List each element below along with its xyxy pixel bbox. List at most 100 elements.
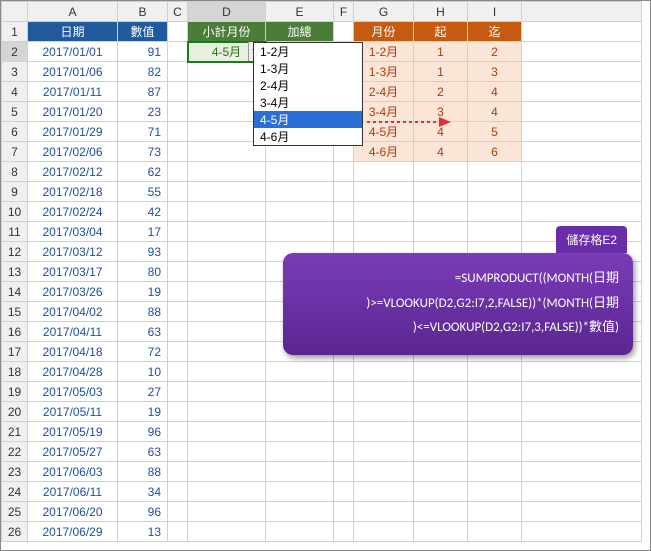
dropdown-option[interactable]: 2-4月	[254, 77, 362, 94]
cell[interactable]	[168, 22, 188, 42]
row-header[interactable]: 24	[2, 482, 28, 502]
cell[interactable]	[266, 402, 334, 422]
cell-value[interactable]: 42	[118, 202, 168, 222]
cell[interactable]	[522, 42, 642, 62]
cell[interactable]	[414, 202, 468, 222]
cell-end[interactable]: 3	[468, 62, 522, 82]
col-header-G[interactable]: G	[354, 2, 414, 22]
cell[interactable]	[188, 222, 266, 242]
cell[interactable]	[468, 422, 522, 442]
cell[interactable]	[414, 182, 468, 202]
cell-date[interactable]: 2017/01/01	[28, 42, 118, 62]
cell-date[interactable]: 2017/02/18	[28, 182, 118, 202]
cell[interactable]	[168, 282, 188, 302]
cell[interactable]	[414, 422, 468, 442]
cell[interactable]	[168, 402, 188, 422]
cell[interactable]	[168, 102, 188, 122]
cell[interactable]	[354, 202, 414, 222]
cell[interactable]	[188, 482, 266, 502]
cell[interactable]	[266, 362, 334, 382]
cell[interactable]	[168, 382, 188, 402]
cell-start[interactable]: 4	[414, 142, 468, 162]
cell-date[interactable]: 2017/05/11	[28, 402, 118, 422]
cell-value[interactable]: 87	[118, 82, 168, 102]
cell[interactable]	[188, 182, 266, 202]
cell[interactable]	[354, 502, 414, 522]
cell-date[interactable]: 2017/06/03	[28, 462, 118, 482]
col-header-F[interactable]: F	[334, 2, 354, 22]
cell[interactable]	[188, 462, 266, 482]
cell[interactable]	[354, 162, 414, 182]
cell[interactable]	[414, 382, 468, 402]
cell-value[interactable]: 96	[118, 502, 168, 522]
row-header[interactable]: 12	[2, 242, 28, 262]
cell-value[interactable]: 13	[118, 522, 168, 542]
row-header[interactable]: 3	[2, 62, 28, 82]
cell[interactable]	[168, 122, 188, 142]
row-header[interactable]: 26	[2, 522, 28, 542]
cell[interactable]	[334, 382, 354, 402]
col-header-H[interactable]: H	[414, 2, 468, 22]
cell[interactable]	[522, 402, 642, 422]
cell-value[interactable]: 10	[118, 362, 168, 382]
cell-value[interactable]: 71	[118, 122, 168, 142]
row-header[interactable]: 4	[2, 82, 28, 102]
cell[interactable]	[334, 482, 354, 502]
cell[interactable]	[168, 62, 188, 82]
cell[interactable]	[354, 462, 414, 482]
dropdown-option-selected[interactable]: 4-5月	[254, 111, 362, 128]
cell[interactable]	[414, 482, 468, 502]
row-header[interactable]: 23	[2, 462, 28, 482]
cell[interactable]	[414, 442, 468, 462]
cell[interactable]	[468, 442, 522, 462]
cell[interactable]	[188, 502, 266, 522]
cell[interactable]	[468, 462, 522, 482]
cell[interactable]	[414, 402, 468, 422]
cell[interactable]	[168, 142, 188, 162]
header-end[interactable]: 迄	[468, 22, 522, 42]
cell[interactable]	[188, 162, 266, 182]
cell-date[interactable]: 2017/06/11	[28, 482, 118, 502]
cell[interactable]	[168, 442, 188, 462]
cell-end[interactable]: 4	[468, 102, 522, 122]
row-header[interactable]: 5	[2, 102, 28, 122]
cell[interactable]	[522, 502, 642, 522]
cell[interactable]	[522, 202, 642, 222]
cell[interactable]	[168, 462, 188, 482]
cell[interactable]	[188, 202, 266, 222]
row-header[interactable]: 14	[2, 282, 28, 302]
cell-value[interactable]: 17	[118, 222, 168, 242]
cell-start[interactable]: 1	[414, 62, 468, 82]
cell-start[interactable]: 4	[414, 122, 468, 142]
cell-value[interactable]: 93	[118, 242, 168, 262]
col-header-E[interactable]: E	[266, 2, 334, 22]
cell-date[interactable]: 2017/05/27	[28, 442, 118, 462]
cell-date[interactable]: 2017/05/03	[28, 382, 118, 402]
row-header[interactable]: 19	[2, 382, 28, 402]
header-start[interactable]: 起	[414, 22, 468, 42]
cell[interactable]	[522, 482, 642, 502]
cell[interactable]	[168, 482, 188, 502]
cell-value[interactable]: 96	[118, 422, 168, 442]
cell-value[interactable]: 63	[118, 442, 168, 462]
cell[interactable]	[188, 402, 266, 422]
cell-value[interactable]: 27	[118, 382, 168, 402]
cell[interactable]	[188, 422, 266, 442]
col-header-end[interactable]	[522, 2, 642, 22]
cell[interactable]	[168, 522, 188, 542]
cell[interactable]	[188, 282, 266, 302]
cell[interactable]	[468, 502, 522, 522]
row-header[interactable]: 1	[2, 22, 28, 42]
cell-date[interactable]: 2017/03/04	[28, 222, 118, 242]
cell[interactable]	[522, 62, 642, 82]
row-header[interactable]: 21	[2, 422, 28, 442]
cell[interactable]	[168, 502, 188, 522]
cell[interactable]	[168, 322, 188, 342]
cell[interactable]	[468, 402, 522, 422]
row-header[interactable]: 18	[2, 362, 28, 382]
cell[interactable]	[522, 182, 642, 202]
cell-date[interactable]: 2017/01/29	[28, 122, 118, 142]
cell[interactable]	[354, 522, 414, 542]
cell[interactable]	[188, 442, 266, 462]
cell-end[interactable]: 5	[468, 122, 522, 142]
